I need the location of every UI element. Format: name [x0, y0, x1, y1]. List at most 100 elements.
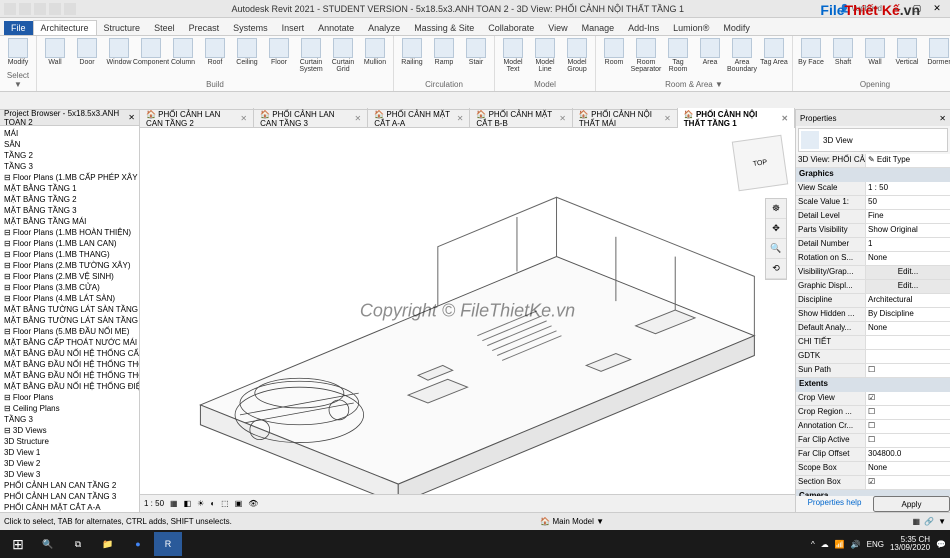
open-icon[interactable]	[19, 3, 31, 15]
tree-node[interactable]: ⊟ Floor Plans (1.MB THANG)	[2, 249, 137, 260]
close-tab-icon[interactable]: ✕	[457, 114, 464, 123]
tree-node[interactable]: ⊟ Floor Plans (1.MB CẤP PHÉP XÂY DỰNG)	[2, 172, 137, 183]
mullion-button[interactable]: Mullion	[361, 38, 389, 66]
ribbon-tab-modify[interactable]: Modify	[716, 21, 757, 35]
instance-selector[interactable]: 3D View: PHỐI CẢNH ▼✎ Edit Type	[796, 154, 950, 168]
tree-node[interactable]: ⊟ Ceiling Plans	[2, 403, 137, 414]
ramp-button[interactable]: Ramp	[430, 38, 458, 66]
ribbon-tab-lumion[interactable]: Lumion®	[666, 21, 716, 35]
floor-button[interactable]: Floor	[265, 38, 293, 66]
sun-path-icon[interactable]: ☀	[197, 499, 204, 508]
property-row[interactable]: View Scale1 : 50	[796, 182, 950, 196]
ribbon-tab-steel[interactable]: Steel	[147, 21, 182, 35]
ribbon-tab-analyze[interactable]: Analyze	[361, 21, 407, 35]
ribbon-tab-manage[interactable]: Manage	[575, 21, 622, 35]
redo-icon[interactable]	[64, 3, 76, 15]
view-tab[interactable]: 🏠 PHỐI CẢNH NỘI THẤT MÁI ✕	[573, 108, 678, 130]
scale-dropdown[interactable]: 1 : 50	[144, 499, 164, 508]
property-row[interactable]: Sun Path☐	[796, 364, 950, 378]
tree-node[interactable]: ⊟ 3D Views	[2, 425, 137, 436]
tree-node[interactable]: ⊟ Floor Plans (1.MB HOÀN THIỆN)	[2, 227, 137, 238]
property-row[interactable]: Graphic Displ...Edit...	[796, 280, 950, 294]
explorer-icon[interactable]: 📁	[94, 532, 122, 556]
tree-node[interactable]: PHỐI CẢNH LAN CAN TẦNG 2	[2, 480, 137, 491]
view-tab[interactable]: 🏠 PHỐI CẢNH LAN CAN TẦNG 2 ✕	[140, 108, 254, 130]
ribbon-tab-systems[interactable]: Systems	[226, 21, 275, 35]
property-row[interactable]: CHI TIẾT	[796, 336, 950, 350]
viewport[interactable]: TOP ☸ ✥ 🔍 ⟲ Copyright © FileThietKe.vn	[140, 128, 795, 494]
tree-node[interactable]: ⊟ Floor Plans	[2, 392, 137, 403]
stair-button[interactable]: Stair	[462, 38, 490, 66]
revit-icon[interactable]	[4, 3, 16, 15]
modify-button[interactable]: Modify	[4, 38, 32, 66]
tree-node[interactable]: MÁI	[2, 128, 137, 139]
pan-icon[interactable]: ✥	[766, 219, 786, 239]
model-text-button[interactable]: Model Text	[499, 38, 527, 73]
ribbon-tab-precast[interactable]: Precast	[182, 21, 227, 35]
property-row[interactable]: Parts VisibilityShow Original	[796, 224, 950, 238]
zoom-icon[interactable]: 🔍	[766, 239, 786, 259]
tree-node[interactable]: 3D View 3	[2, 469, 137, 480]
model-group-button[interactable]: Model Group	[563, 38, 591, 73]
ribbon-tab-structure[interactable]: Structure	[97, 21, 148, 35]
notifications-icon[interactable]: 💬	[936, 540, 946, 549]
tree-node[interactable]: MẶT BẰNG CẤP THOÁT NƯỚC MÁI	[2, 337, 137, 348]
view-cube[interactable]: TOP	[732, 135, 788, 191]
detail-level-icon[interactable]: ▦	[170, 499, 178, 508]
project-browser-tree[interactable]: MÁISÂNTẦNG 2TẦNG 3⊟ Floor Plans (1.MB CẤ…	[0, 126, 139, 512]
property-row[interactable]: GDTK	[796, 350, 950, 364]
close-tab-icon[interactable]: ✕	[355, 114, 362, 123]
tree-node[interactable]: ⊟ Floor Plans (4.MB LÁT SÀN)	[2, 293, 137, 304]
view-tab[interactable]: 🏠 PHỐI CẢNH NỘI THẤT TẦNG 1 ✕	[678, 108, 795, 130]
property-group-header[interactable]: Extents	[796, 378, 950, 392]
view-control-bar[interactable]: 1 : 50 ▦ ◧ ☀ ◐ ⬚ ▣ 👁	[140, 494, 795, 512]
tree-node[interactable]: MẶT BẰNG TẦNG 2	[2, 194, 137, 205]
ribbon-tab-view[interactable]: View	[541, 21, 574, 35]
room-button[interactable]: Room	[600, 38, 628, 66]
shaft-button[interactable]: Shaft	[829, 38, 857, 66]
wifi-icon[interactable]: 📶	[835, 540, 845, 549]
close-button[interactable]: ✕	[928, 2, 946, 16]
tree-node[interactable]: ⊟ Floor Plans (2.MB VỆ SINH)	[2, 271, 137, 282]
system-tray[interactable]: ^ ☁ 📶 🔊 ENG 5:35 CH13/09/2020 💬	[811, 536, 946, 552]
tree-node[interactable]: PHỐI CẢNH LAN CAN TẦNG 3	[2, 491, 137, 502]
tree-node[interactable]: TẦNG 3	[2, 161, 137, 172]
close-icon[interactable]: ✕	[128, 113, 135, 122]
ribbon-tab-annotate[interactable]: Annotate	[311, 21, 361, 35]
property-group-header[interactable]: Graphics	[796, 168, 950, 182]
ribbon-tab-collaborate[interactable]: Collaborate	[481, 21, 541, 35]
properties-help-link[interactable]: Properties help	[796, 496, 873, 512]
type-selector[interactable]: 3D View	[798, 128, 948, 152]
tree-node[interactable]: MẶT BẰNG ĐẦU NỐI HỆ THỐNG CẤP	[2, 348, 137, 359]
tree-node[interactable]: MẶT BẰNG ĐẦU NỐI HỆ THỐNG THO.	[2, 370, 137, 381]
ribbon-tab-architecture[interactable]: Architecture	[33, 20, 97, 35]
tree-node[interactable]: ⊟ Floor Plans (5.MB ĐẦU NỐI ME)	[2, 326, 137, 337]
ribbon-tab-addins[interactable]: Add-Ins	[621, 21, 666, 35]
windows-taskbar[interactable]: ⊞ 🔍 ⧉ 📁 ● R ^ ☁ 📶 🔊 ENG 5:35 CH13/09/202…	[0, 530, 950, 558]
chrome-icon[interactable]: ●	[124, 532, 152, 556]
property-row[interactable]: Scale Value 1:50	[796, 196, 950, 210]
tree-node[interactable]: TẦNG 2	[2, 150, 137, 161]
tree-node[interactable]: ⊟ Floor Plans (1.MB LAN CAN)	[2, 238, 137, 249]
orbit-icon[interactable]: ⟲	[766, 259, 786, 279]
property-row[interactable]: Rotation on S...None	[796, 252, 950, 266]
crop-region-icon[interactable]: ▣	[235, 499, 243, 508]
tree-node[interactable]: MẶT BẰNG TẦNG 3	[2, 205, 137, 216]
close-tab-icon[interactable]: ✕	[781, 114, 788, 123]
column-button[interactable]: Column	[169, 38, 197, 66]
property-row[interactable]: Far Clip Active☐	[796, 434, 950, 448]
shadows-icon[interactable]: ◐	[210, 499, 215, 508]
tree-node[interactable]: MẶT BẰNG ĐẦU NỐI HỆ THỐNG ĐIỆ	[2, 381, 137, 392]
close-tab-icon[interactable]: ✕	[664, 114, 671, 123]
property-row[interactable]: Scope BoxNone	[796, 462, 950, 476]
tree-node[interactable]: SÂN	[2, 139, 137, 150]
room-separator-button[interactable]: Room Separator	[632, 38, 660, 73]
revit-taskbar-icon[interactable]: R	[154, 532, 182, 556]
roof-button[interactable]: Roof	[201, 38, 229, 66]
door-button[interactable]: Door	[73, 38, 101, 66]
property-row[interactable]: Crop Region ...☐	[796, 406, 950, 420]
selection-filter-icon[interactable]: ▦	[913, 517, 921, 526]
close-icon[interactable]: ✕	[939, 114, 946, 123]
tree-node[interactable]: 3D View 1	[2, 447, 137, 458]
start-button[interactable]: ⊞	[4, 532, 32, 556]
